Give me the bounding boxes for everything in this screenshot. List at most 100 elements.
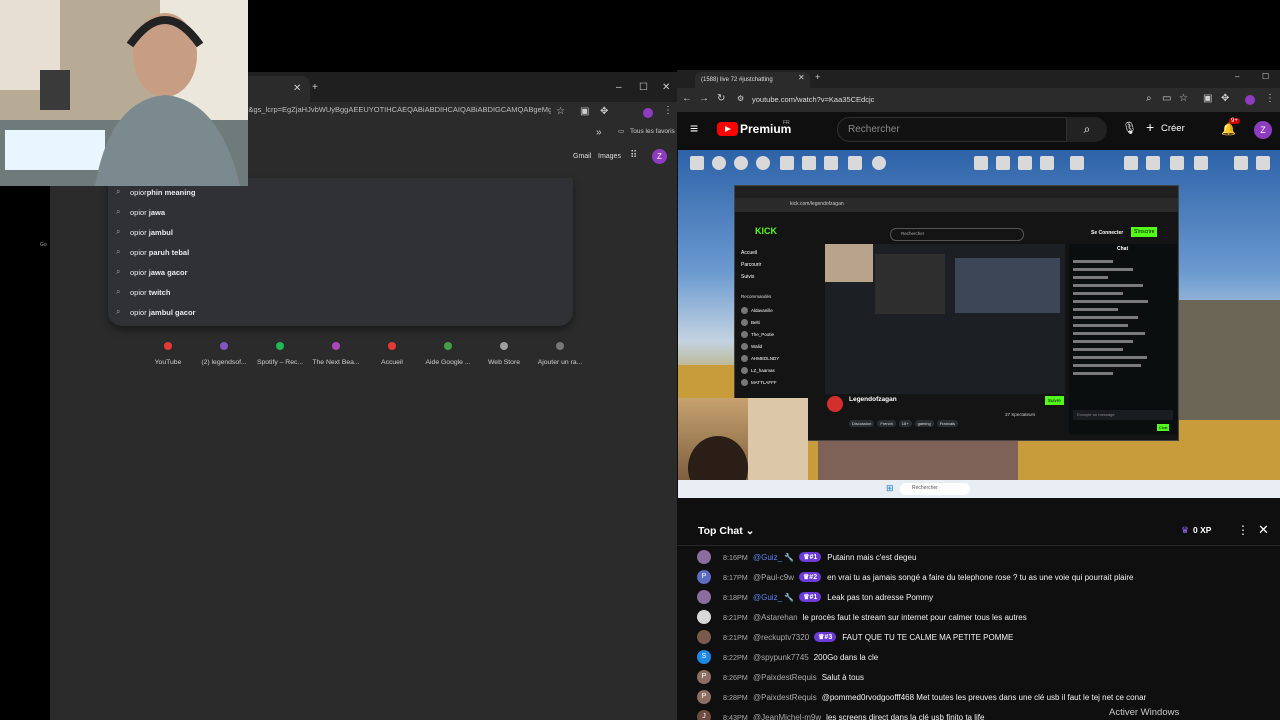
shortcut-tile[interactable]: (2) legendsof... <box>193 342 255 366</box>
menu-icon[interactable]: ⋮ <box>663 105 673 116</box>
chat-message[interactable]: 8:21PM @reckuptv7320 ♛#3 FAUT QUE TU TE CAL… <box>697 628 1277 646</box>
extension-icon[interactable]: ▣ <box>1203 93 1212 104</box>
message-author[interactable]: @PaixdestRequis <box>753 693 817 702</box>
suggestion-item[interactable]: ⌕ opior jambul gacor <box>116 302 195 322</box>
message-author[interactable]: @reckuptv7320 <box>753 633 809 642</box>
message-author[interactable]: @spypunk7745 <box>753 653 809 662</box>
new-tab-icon[interactable]: + <box>815 72 820 82</box>
message-time: 8:18PM <box>723 592 748 602</box>
images-link[interactable]: Images <box>598 153 621 160</box>
youtube-search-box[interactable]: Rechercher <box>837 117 1067 142</box>
xp-badge[interactable]: 0 XP <box>1193 525 1211 535</box>
search-icon[interactable]: ⌕ <box>1067 117 1107 142</box>
zoom-icon[interactable]: ⌕ <box>1146 93 1152 104</box>
close-window-icon[interactable]: ✕ <box>662 82 670 93</box>
menu-icon[interactable]: ⋮ <box>1265 93 1275 104</box>
kick-url: kick.com/legendofzagan <box>790 201 844 207</box>
avatar[interactable]: P <box>697 670 711 684</box>
minimize-icon[interactable]: – <box>616 82 622 93</box>
create-button[interactable]: Créer <box>1161 123 1185 134</box>
shortcut-tile[interactable]: Ajouter un ra... <box>529 342 591 366</box>
message-author[interactable]: @PaixdestRequis <box>753 673 817 682</box>
minimize-icon[interactable]: – <box>1235 72 1239 81</box>
microphone-icon[interactable]: 🎙 <box>1122 121 1137 135</box>
chat-message[interactable]: J 8:43PM @JeanMichel-m9w les screens direct… <box>697 708 1277 720</box>
message-author[interactable]: @JeanMichel-m9w <box>753 713 821 720</box>
notifications-bell-icon[interactable]: 🔔 <box>1221 122 1236 136</box>
avatar[interactable]: Z <box>1254 121 1272 139</box>
cast-icon[interactable]: ▭ <box>1162 93 1171 104</box>
chat-message[interactable]: 8:16PM @Guiz_ 🔧 ♛#1 Putainn mais c'est dege… <box>697 548 1277 566</box>
avatar[interactable]: P <box>697 570 711 584</box>
suggestion-item[interactable]: ⌕ opior paruh tebal <box>116 242 189 262</box>
avatar[interactable] <box>697 590 711 604</box>
gmail-link[interactable]: Gmail <box>573 153 591 160</box>
all-bookmarks-link[interactable]: Tous les favoris <box>630 128 675 135</box>
chat-message[interactable]: 8:18PM @Guiz_ 🔧 ♛#1 Leak pas ton adresse Po… <box>697 588 1277 606</box>
shortcut-tile[interactable]: Spotify – Rec... <box>249 342 311 366</box>
chat-message[interactable]: P 8:28PM @PaixdestRequis @pommed0rvodgoofff… <box>697 688 1277 706</box>
video-player[interactable]: kick.com/legendofzagan KICK Rechercher S… <box>678 150 1280 498</box>
tab-close-icon[interactable]: ✕ <box>293 83 301 94</box>
suggestion-item[interactable]: ⌕ opior jambul <box>116 222 173 242</box>
rank-badge: ♛#1 <box>799 552 822 562</box>
chat-message[interactable]: 8:21PM @Astarehan le procès faut le stream… <box>697 608 1277 626</box>
avatar[interactable] <box>697 550 711 564</box>
chat-message[interactable]: S 8:22PM @spypunk7745 200Go dans la cle <box>697 648 1277 666</box>
left-url-text[interactable]: r&gs_lcrp=EgZjaHJvbWUyBggAEEUYOTIHCAEQAB… <box>246 105 551 114</box>
create-plus-icon[interactable]: + <box>1146 119 1154 135</box>
chat-menu-icon[interactable]: ⋮ <box>1237 523 1249 537</box>
chat-message[interactable]: P 8:17PM @Paul-c9w ♛#2 en vrai tu as jamais … <box>697 568 1277 586</box>
star-icon[interactable]: ☆ <box>1179 93 1188 104</box>
avatar[interactable] <box>697 630 711 644</box>
message-author[interactable]: @Guiz_ 🔧 <box>753 593 794 602</box>
message-author[interactable]: @Paul-c9w <box>753 573 794 582</box>
avatar[interactable] <box>697 610 711 624</box>
shortcut-tile[interactable]: Accueil <box>361 342 423 366</box>
kick-channel-name: MATTLAFFF <box>751 379 777 385</box>
message-author[interactable]: @Guiz_ 🔧 <box>753 553 794 562</box>
shortcut-tile[interactable]: YouTube <box>137 342 199 366</box>
reload-icon[interactable]: ↻ <box>717 93 725 104</box>
suggestion-item[interactable]: ⌕ opior jawa <box>116 202 165 222</box>
youtube-logo-icon[interactable] <box>717 122 738 136</box>
puzzle-icon[interactable]: ✥ <box>600 106 608 117</box>
search-input[interactable]: Rechercher <box>848 124 900 135</box>
shortcut-tile[interactable]: The Next Bea... <box>305 342 367 366</box>
chat-close-icon[interactable]: ✕ <box>1258 522 1269 538</box>
chat-title-label: Top Chat <box>698 525 743 537</box>
kick-channel-avatar <box>741 366 748 374</box>
tab-close-icon[interactable]: ✕ <box>798 73 805 82</box>
youtube-tab[interactable]: (1588) live 72 #justchatting <box>695 72 810 88</box>
back-icon[interactable]: ← <box>682 93 692 104</box>
apps-grid-icon[interactable]: ⠿ <box>630 150 637 161</box>
forward-icon[interactable]: → <box>699 93 709 104</box>
profile-icon[interactable] <box>643 108 653 118</box>
hamburger-menu-icon[interactable]: ≡ <box>690 120 698 136</box>
avatar[interactable]: P <box>697 690 711 704</box>
star-icon[interactable]: ☆ <box>556 106 565 117</box>
kick-cam <box>825 244 873 282</box>
chat-message[interactable]: P 8:26PM @PaixdestRequis Salut à tous <box>697 668 1277 686</box>
youtube-url[interactable]: youtube.com/watch?v=Kaa35CEdcjc <box>752 95 874 104</box>
kick-channel-name: LZ_haamas <box>751 367 775 373</box>
chevron-right-icon[interactable]: » <box>596 127 602 138</box>
extension-icon[interactable]: ▣ <box>580 106 589 117</box>
maximize-icon[interactable]: ☐ <box>1262 72 1269 81</box>
shortcut-tile[interactable]: Aide Google ... <box>417 342 479 366</box>
maximize-icon[interactable]: ☐ <box>639 82 648 93</box>
profile-icon[interactable] <box>1245 95 1255 105</box>
site-info-icon[interactable]: ⚙ <box>737 94 744 103</box>
message-author[interactable]: @Astarehan <box>753 613 798 622</box>
suggestion-item[interactable]: ⌕ opior jawa gacor <box>116 262 188 282</box>
shortcut-tile[interactable]: Web Store <box>473 342 535 366</box>
google-avatar[interactable]: Z <box>652 149 667 164</box>
top-chat-dropdown[interactable]: Top Chat ⌄ <box>698 525 754 537</box>
kick-channel-name: Walid <box>751 343 763 349</box>
folder-icon[interactable]: ▭ <box>618 127 624 135</box>
avatar[interactable]: S <box>697 650 711 664</box>
avatar[interactable]: J <box>697 710 711 720</box>
puzzle-icon[interactable]: ✥ <box>1221 93 1229 104</box>
suggestion-item[interactable]: ⌕ opior twitch <box>116 282 170 302</box>
new-tab-icon[interactable]: + <box>312 82 318 93</box>
